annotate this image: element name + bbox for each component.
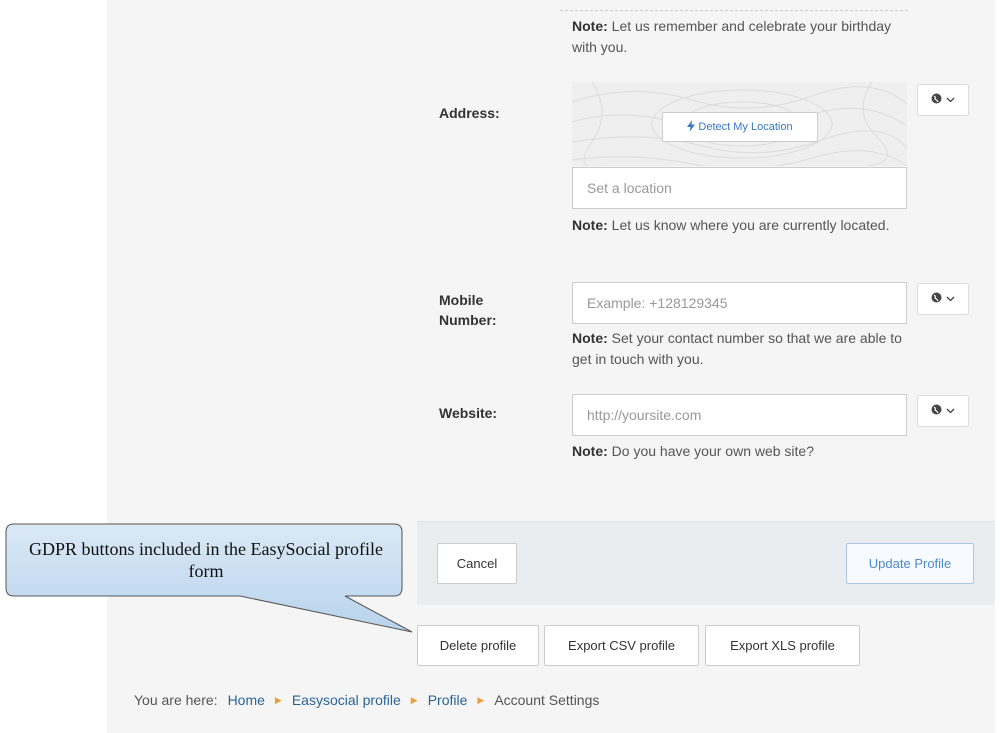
breadcrumb-profile[interactable]: Profile: [428, 692, 468, 708]
breadcrumb-home[interactable]: Home: [228, 692, 265, 708]
breadcrumb-separator-icon: ▶: [410, 694, 418, 705]
callout-text: GDPR buttons included in the EasySocial …: [29, 539, 383, 581]
callout-shape: [5, 523, 413, 633]
breadcrumb-current: Account Settings: [494, 692, 600, 708]
breadcrumb-separator-icon: ▶: [274, 694, 282, 705]
breadcrumb: You are here: Home ▶ Easysocial profile …: [134, 692, 599, 708]
breadcrumb-separator-icon: ▶: [477, 694, 485, 705]
breadcrumb-easysocial-profile[interactable]: Easysocial profile: [292, 692, 401, 708]
breadcrumb-prefix: You are here:: [134, 692, 218, 708]
